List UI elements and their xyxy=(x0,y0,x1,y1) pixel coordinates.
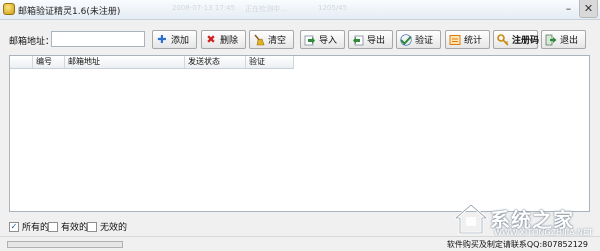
email-label: 邮箱地址： xyxy=(9,37,55,47)
column-header-id[interactable]: 编号 xyxy=(33,56,65,68)
exit-icon xyxy=(545,34,557,46)
export-icon xyxy=(352,34,364,46)
ghost-date: 2008-07-13 17:45 xyxy=(172,4,236,12)
filter-valid[interactable]: 有效的 xyxy=(48,220,88,233)
delete-button[interactable]: ✖ 删除 xyxy=(201,30,246,49)
watermark: 系统之家 WWW.XITONGZHIJIA.NET xyxy=(430,200,600,238)
ghost-count: 1205/45 xyxy=(318,4,348,12)
register-button[interactable]: 注册码 xyxy=(493,30,540,49)
add-label: 添加 xyxy=(171,36,190,46)
filter-invalid[interactable]: 无效的 xyxy=(87,220,127,233)
add-button[interactable]: ✚ 添加 xyxy=(152,30,197,49)
exit-label: 退出 xyxy=(560,36,579,46)
filter-valid-checkbox[interactable] xyxy=(48,221,58,232)
column-header-select[interactable] xyxy=(10,56,33,68)
progress-bar xyxy=(7,241,123,248)
grid-header: 编号 邮箱地址 发送状态 验证 xyxy=(10,56,294,69)
filter-all-label: 所有的 xyxy=(22,223,50,233)
ghost-status: 正在检测中... xyxy=(245,5,287,13)
email-list-grid[interactable]: 编号 邮箱地址 发送状态 验证 xyxy=(9,55,590,212)
verify-icon xyxy=(400,33,412,46)
import-icon xyxy=(304,34,316,46)
verify-label: 验证 xyxy=(415,36,434,46)
broom-icon xyxy=(253,34,265,46)
export-button[interactable]: 导出 xyxy=(348,30,393,49)
filter-invalid-checkbox[interactable] xyxy=(87,221,97,232)
app-icon xyxy=(3,3,15,15)
cross-icon: ✖ xyxy=(206,32,216,46)
key-icon xyxy=(497,33,509,46)
register-label: 注册码 xyxy=(512,36,540,46)
close-button[interactable]: ✕ xyxy=(579,0,598,18)
minimize-button[interactable]: – xyxy=(559,0,578,18)
column-header-email[interactable]: 邮箱地址 xyxy=(65,56,185,68)
status-contact-text: 软件购买及制定请联系QQ:807852129 xyxy=(446,240,588,249)
window-title: 邮箱验证精灵1.6(未注册) xyxy=(18,7,121,17)
column-header-send-status[interactable]: 发送状态 xyxy=(185,56,246,68)
clear-button[interactable]: 清空 xyxy=(249,30,294,49)
stats-button[interactable]: 统计 xyxy=(445,30,490,49)
verify-button[interactable]: 验证 xyxy=(396,30,441,49)
exit-button[interactable]: 退出 xyxy=(541,30,586,49)
import-label: 导入 xyxy=(319,36,338,46)
title-bar: 邮箱验证精灵1.6(未注册) 2008-07-13 17:45 正在检测中...… xyxy=(0,0,600,20)
column-header-verify[interactable]: 验证 xyxy=(246,56,294,68)
delete-label: 删除 xyxy=(220,36,239,46)
house-logo-icon xyxy=(454,203,488,235)
filter-valid-label: 有效的 xyxy=(61,223,89,233)
clear-label: 清空 xyxy=(268,36,287,46)
filter-all[interactable]: ✓ 所有的 xyxy=(9,220,49,233)
import-button[interactable]: 导入 xyxy=(300,30,345,49)
export-label: 导出 xyxy=(367,36,386,46)
filter-all-checkbox[interactable]: ✓ xyxy=(9,221,19,232)
stats-icon xyxy=(449,34,461,46)
filter-invalid-label: 无效的 xyxy=(100,223,128,233)
stats-label: 统计 xyxy=(464,36,483,46)
email-input[interactable] xyxy=(51,31,145,47)
plus-icon: ✚ xyxy=(157,32,167,46)
status-bar: 软件购买及制定请联系QQ:807852129 xyxy=(0,236,600,251)
